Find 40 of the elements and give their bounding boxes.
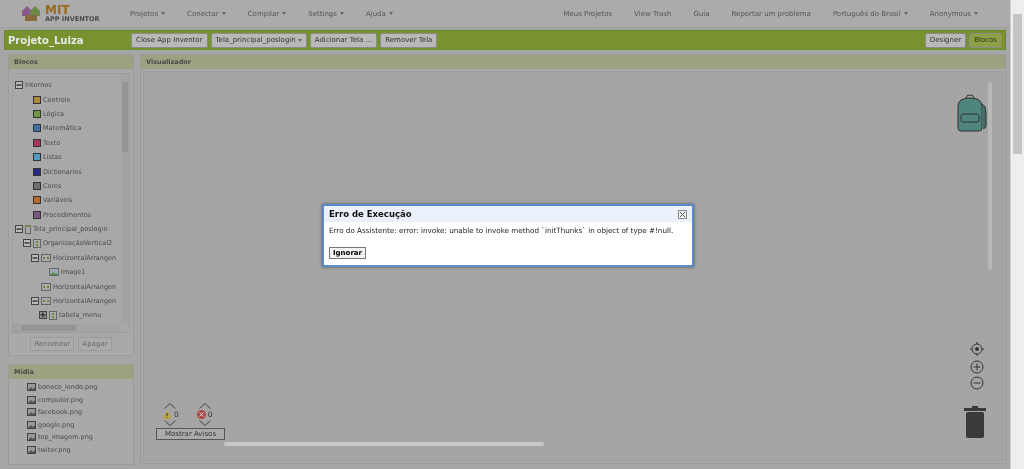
horizontal-layout-icon	[41, 253, 51, 262]
caret-icon	[903, 12, 908, 15]
image-file-icon	[27, 395, 36, 404]
caret-icon	[339, 12, 344, 15]
caret-icon	[388, 12, 393, 15]
caret-icon	[974, 12, 978, 15]
zoom-out-icon[interactable]	[970, 376, 984, 390]
warning-icon	[162, 410, 172, 419]
image-icon	[49, 268, 59, 277]
dialog-title: Erro de Execução	[329, 209, 412, 219]
caret-icon	[161, 12, 166, 15]
caret-icon	[297, 38, 302, 42]
expand-toggle-icon[interactable]	[39, 311, 47, 320]
image-file-icon	[27, 445, 36, 454]
vertical-layout-icon	[33, 239, 41, 248]
logo-title: MIT	[45, 4, 70, 17]
image-file-icon	[27, 433, 36, 442]
image-file-icon	[27, 408, 36, 417]
project-title: Projeto_Luiza	[8, 34, 85, 46]
caret-icon	[282, 12, 287, 15]
image-file-icon	[27, 383, 36, 392]
trash-icon[interactable]	[964, 406, 986, 438]
error-icon	[196, 410, 206, 419]
image-file-icon	[27, 420, 36, 429]
horizontal-layout-icon	[41, 282, 51, 291]
recenter-icon[interactable]	[970, 342, 984, 356]
collapse-toggle-icon[interactable]	[31, 297, 39, 306]
horizontal-layout-icon	[41, 297, 51, 306]
collapse-toggle-icon[interactable]	[23, 239, 31, 248]
collapse-toggle-icon[interactable]	[15, 81, 23, 90]
close-button[interactable]	[678, 209, 687, 219]
table-layout-icon	[49, 310, 57, 320]
scrollbar-thumb[interactable]	[224, 442, 544, 446]
zoom-in-icon[interactable]	[970, 360, 984, 374]
page-scrollbar[interactable]	[1010, 0, 1024, 469]
collapse-toggle-icon[interactable]	[15, 225, 23, 234]
screen-icon	[25, 224, 31, 234]
logo-icon	[20, 4, 42, 23]
caret-icon	[221, 12, 226, 15]
collapse-toggle-icon[interactable]	[31, 253, 39, 262]
